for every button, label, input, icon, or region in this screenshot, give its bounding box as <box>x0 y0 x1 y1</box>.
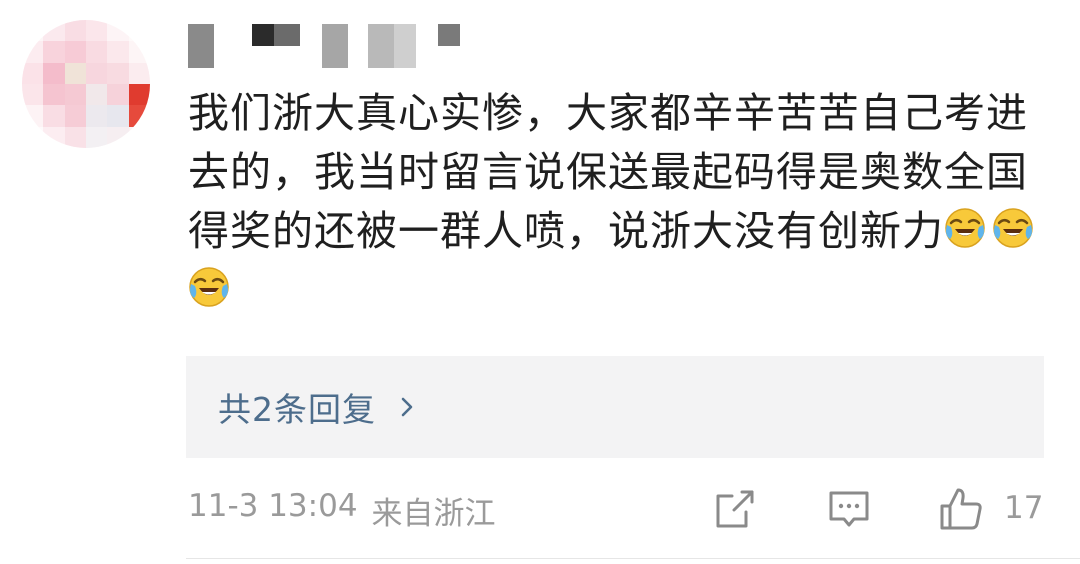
comment-icon[interactable] <box>826 486 872 532</box>
avatar[interactable] <box>22 20 150 148</box>
like-icon[interactable] <box>938 486 984 532</box>
view-replies-button[interactable]: 共2条回复 <box>186 356 1044 458</box>
username-redacted[interactable] <box>188 24 460 68</box>
laughing-crying-emoji-icon <box>188 266 236 314</box>
share-icon[interactable] <box>712 486 758 532</box>
chevron-right-icon <box>401 397 413 417</box>
like-count: 17 <box>1004 490 1044 526</box>
laughing-crying-emoji-icon <box>944 207 992 255</box>
comment-body: 我们浙大真心实惨，大家都辛辛苦苦自己考进去的，我当时留言说保送最起码得是奥数全国… <box>188 84 1058 320</box>
replies-count-label: 共2条回复 <box>218 390 376 429</box>
comment-actions: 17 <box>0 486 1080 534</box>
comment-text: 我们浙大真心实惨，大家都辛辛苦苦自己考进去的，我当时留言说保送最起码得是奥数全国… <box>188 89 1028 255</box>
laughing-crying-emoji-icon <box>992 207 1040 255</box>
divider <box>186 558 1080 559</box>
